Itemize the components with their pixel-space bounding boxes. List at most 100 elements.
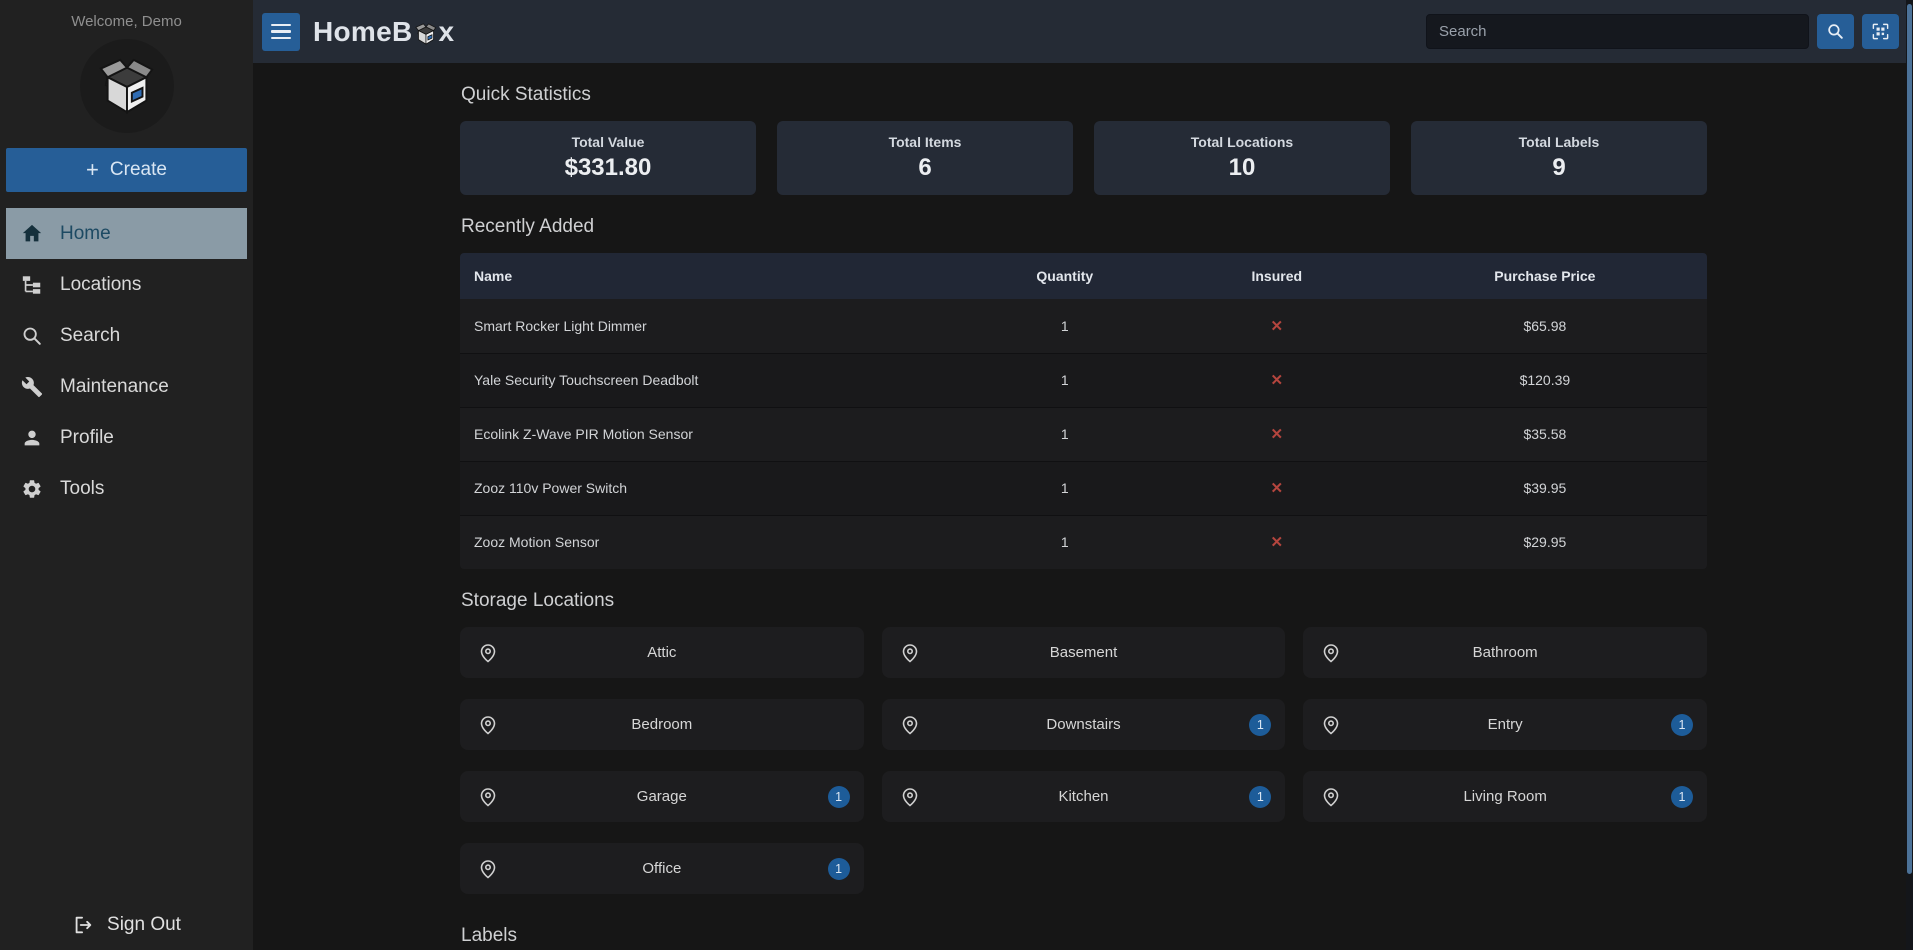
stat-label: Total Locations xyxy=(1191,134,1293,150)
item-price: $65.98 xyxy=(1383,299,1707,353)
table-row[interactable]: Zooz Motion Sensor 1 ✕ $29.95 xyxy=(460,515,1707,569)
stats-grid: Total Value $331.80 Total Items 6 Total … xyxy=(460,121,1707,195)
item-price: $39.95 xyxy=(1383,461,1707,515)
item-price: $120.39 xyxy=(1383,353,1707,407)
sidebar-item-label: Locations xyxy=(60,274,141,296)
sidebar-item-search[interactable]: Search xyxy=(6,310,247,361)
column-header-insured: Insured xyxy=(1171,253,1383,299)
qr-scan-button[interactable] xyxy=(1862,14,1899,49)
not-insured-icon: ✕ xyxy=(1270,318,1283,335)
item-price: $35.58 xyxy=(1383,407,1707,461)
table-row[interactable]: Ecolink Z-Wave PIR Motion Sensor 1 ✕ $35… xyxy=(460,407,1707,461)
app-title-post: x xyxy=(439,16,455,48)
app-title-pre: HomeB xyxy=(313,16,413,48)
map-pin-icon xyxy=(478,859,498,879)
sidebar: Welcome, Demo + Create Home xyxy=(0,0,253,950)
recently-added-table: Name Quantity Insured Purchase Price Sma… xyxy=(460,253,1707,569)
create-button[interactable]: + Create xyxy=(6,148,247,192)
location-name: Attic xyxy=(647,644,676,661)
search-icon xyxy=(1826,22,1845,41)
create-button-label: Create xyxy=(110,159,167,181)
stat-value: 9 xyxy=(1552,154,1565,182)
map-pin-icon xyxy=(1321,643,1341,663)
person-icon xyxy=(21,427,43,449)
location-name: Living Room xyxy=(1463,788,1546,805)
location-count-badge: 1 xyxy=(1249,786,1271,808)
location-count-badge: 1 xyxy=(828,786,850,808)
location-name: Entry xyxy=(1488,716,1523,733)
sign-out-label: Sign Out xyxy=(107,914,181,936)
item-name: Yale Security Touchscreen Deadbolt xyxy=(460,353,959,407)
search-input[interactable] xyxy=(1426,14,1809,49)
gear-icon xyxy=(21,478,43,500)
sign-out-button[interactable]: Sign Out xyxy=(72,914,181,936)
map-pin-icon xyxy=(478,643,498,663)
location-name: Bedroom xyxy=(631,716,692,733)
location-card-bathroom[interactable]: Bathroom xyxy=(1303,627,1707,678)
stat-card-total-labels: Total Labels 9 xyxy=(1411,121,1707,195)
sidebar-item-locations[interactable]: Locations xyxy=(6,259,247,310)
search-icon xyxy=(21,325,43,347)
not-insured-icon: ✕ xyxy=(1270,480,1283,497)
locations-grid: Attic Basement Bathroom xyxy=(460,627,1707,894)
item-quantity: 1 xyxy=(959,299,1171,353)
main-area: HomeB x xyxy=(253,0,1913,950)
storage-locations-section: Storage Locations Attic Basement xyxy=(460,590,1707,894)
location-card-living-room[interactable]: Living Room 1 xyxy=(1303,771,1707,822)
app-title[interactable]: HomeB x xyxy=(313,16,454,48)
location-name: Garage xyxy=(637,788,687,805)
menu-toggle-button[interactable] xyxy=(262,13,300,51)
location-count-badge: 1 xyxy=(1249,714,1271,736)
logout-icon xyxy=(72,914,94,936)
stat-label: Total Labels xyxy=(1519,134,1600,150)
table-header-row: Name Quantity Insured Purchase Price xyxy=(460,253,1707,299)
search-submit-button[interactable] xyxy=(1817,14,1854,49)
table-row[interactable]: Zooz 110v Power Switch 1 ✕ $39.95 xyxy=(460,461,1707,515)
location-card-entry[interactable]: Entry 1 xyxy=(1303,699,1707,750)
box-logo-icon xyxy=(96,55,158,117)
sidebar-item-home[interactable]: Home xyxy=(6,208,247,259)
location-card-basement[interactable]: Basement xyxy=(882,627,1286,678)
not-insured-icon: ✕ xyxy=(1270,426,1283,443)
stat-card-total-value: Total Value $331.80 xyxy=(460,121,756,195)
box-logo-icon-small xyxy=(414,22,438,46)
sidebar-item-maintenance[interactable]: Maintenance xyxy=(6,361,247,412)
item-name: Zooz Motion Sensor xyxy=(460,515,959,569)
column-header-quantity: Quantity xyxy=(959,253,1171,299)
sidebar-item-tools[interactable]: Tools xyxy=(6,463,247,514)
location-card-office[interactable]: Office 1 xyxy=(460,843,864,894)
map-pin-icon xyxy=(900,787,920,807)
item-quantity: 1 xyxy=(959,353,1171,407)
item-name: Zooz 110v Power Switch xyxy=(460,461,959,515)
item-quantity: 1 xyxy=(959,407,1171,461)
location-card-downstairs[interactable]: Downstairs 1 xyxy=(882,699,1286,750)
qr-scan-icon xyxy=(1871,22,1890,41)
not-insured-icon: ✕ xyxy=(1270,534,1283,551)
map-pin-icon xyxy=(478,787,498,807)
stat-label: Total Value xyxy=(572,134,645,150)
recently-added-heading: Recently Added xyxy=(461,216,1707,238)
table-row[interactable]: Yale Security Touchscreen Deadbolt 1 ✕ $… xyxy=(460,353,1707,407)
location-card-garage[interactable]: Garage 1 xyxy=(460,771,864,822)
storage-locations-heading: Storage Locations xyxy=(461,590,1707,612)
page-content: Quick Statistics Total Value $331.80 Tot… xyxy=(253,63,1913,950)
table-row[interactable]: Smart Rocker Light Dimmer 1 ✕ $65.98 xyxy=(460,299,1707,353)
sidebar-item-label: Maintenance xyxy=(60,376,169,398)
stat-value: 10 xyxy=(1229,154,1256,182)
sidebar-item-label: Home xyxy=(60,223,111,245)
homebox-app: Welcome, Demo + Create Home xyxy=(0,0,1913,950)
location-card-attic[interactable]: Attic xyxy=(460,627,864,678)
location-count-badge: 1 xyxy=(1671,714,1693,736)
stat-card-total-items: Total Items 6 xyxy=(777,121,1073,195)
sidebar-item-profile[interactable]: Profile xyxy=(6,412,247,463)
map-pin-icon xyxy=(900,643,920,663)
item-name: Smart Rocker Light Dimmer xyxy=(460,299,959,353)
location-card-bedroom[interactable]: Bedroom xyxy=(460,699,864,750)
not-insured-icon: ✕ xyxy=(1270,372,1283,389)
scrollbar-thumb[interactable] xyxy=(1907,4,1912,874)
location-card-kitchen[interactable]: Kitchen 1 xyxy=(882,771,1286,822)
map-pin-icon xyxy=(900,715,920,735)
app-logo xyxy=(80,39,174,133)
sidebar-item-label: Profile xyxy=(60,427,114,449)
labels-heading: Labels xyxy=(461,925,1707,947)
